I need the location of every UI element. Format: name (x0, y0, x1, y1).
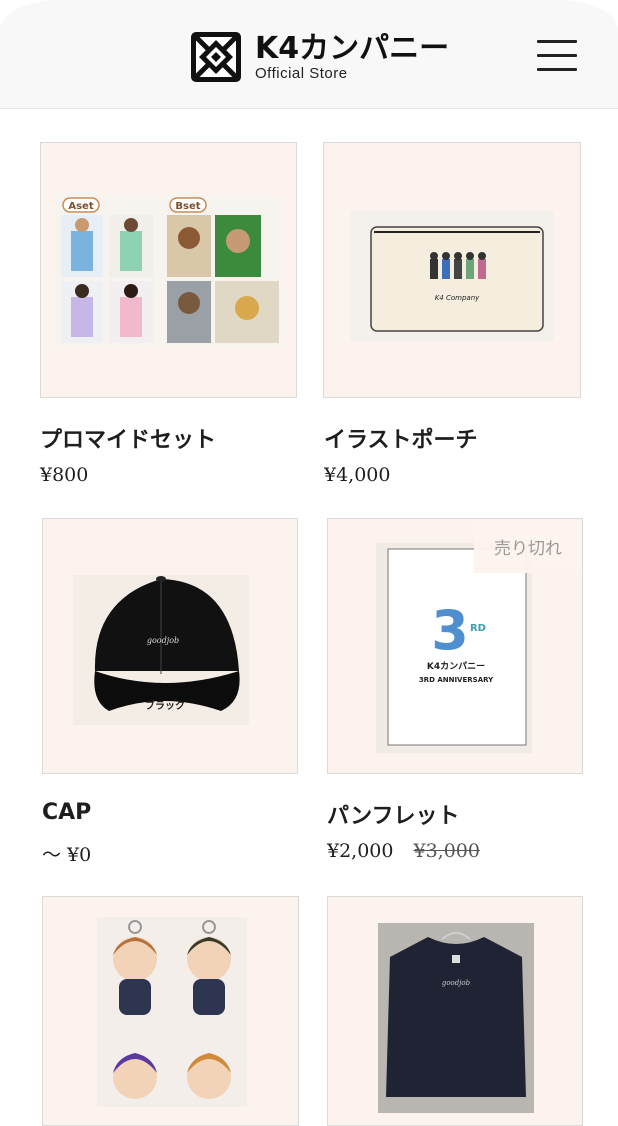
product-image: Aset Bset (40, 142, 297, 398)
cap-text: goodjob (147, 636, 179, 645)
cap-illustration: goodjob ブラック (73, 575, 249, 725)
product-name[interactable]: プロマイドセット (40, 422, 216, 454)
pouch-illustration: K4 Company (350, 211, 554, 341)
product-price: ¥800 (40, 464, 89, 486)
cap-color-label: ブラック (145, 699, 185, 712)
product-card-acrylic-keychain[interactable] (42, 896, 299, 1126)
cover-title: K4カンパニー (427, 660, 485, 672)
sold-out-badge: 売り切れ (474, 519, 582, 573)
product-price: ¥2,000 ¥3,000 (327, 840, 480, 862)
product-card-illust-pouch[interactable]: K4 Company イラストポーチ ¥4,000 (323, 142, 581, 492)
product-price: ¥4,000 (324, 464, 391, 486)
bset-label: Bset (175, 201, 200, 212)
product-card-cap[interactable]: goodjob ブラック CAP 〜 ¥0 (42, 518, 298, 868)
product-image: goodjob (327, 896, 583, 1126)
k4-logo-icon (191, 32, 241, 82)
product-card-bromide-set[interactable]: Aset Bset プロマイドセット ¥800 (40, 142, 298, 492)
cover-subtitle: 3RD ANNIVERSARY (419, 676, 494, 684)
brand-subtitle: Official Store (255, 64, 348, 82)
product-name[interactable]: イラストポーチ (324, 422, 478, 454)
current-price: ¥2,000 (327, 840, 394, 862)
cover-rd: RD (470, 623, 486, 634)
original-price: ¥3,000 (413, 840, 480, 862)
product-image: 3 RD K4カンパニー 3RD ANNIVERSARY 売り切れ (327, 518, 583, 774)
product-image: K4 Company (323, 142, 581, 398)
tshirt-illustration: goodjob (378, 923, 534, 1113)
brand-name: K4カンパニー (255, 30, 450, 66)
site-header: K4カンパニー Official Store (0, 0, 618, 109)
store-logo[interactable]: K4カンパニー Official Store (189, 30, 449, 84)
keychain-illustration (97, 917, 247, 1107)
pouch-text: K4 Company (435, 294, 480, 302)
aset-label: Aset (68, 201, 93, 212)
product-card-pamphlet[interactable]: 3 RD K4カンパニー 3RD ANNIVERSARY 売り切れ パンフレット… (327, 518, 583, 868)
product-name[interactable]: CAP (42, 800, 91, 825)
product-card-tshirt[interactable]: goodjob (327, 896, 583, 1126)
bromide-photo-illustration: Aset Bset (55, 195, 283, 347)
product-image (42, 896, 299, 1126)
product-image: goodjob ブラック (42, 518, 298, 774)
product-price: 〜 ¥0 (42, 844, 92, 866)
tee-text: goodjob (442, 979, 471, 987)
hamburger-menu-icon[interactable] (537, 40, 577, 74)
product-name[interactable]: パンフレット (327, 798, 459, 830)
cover-number: 3 (431, 599, 469, 662)
